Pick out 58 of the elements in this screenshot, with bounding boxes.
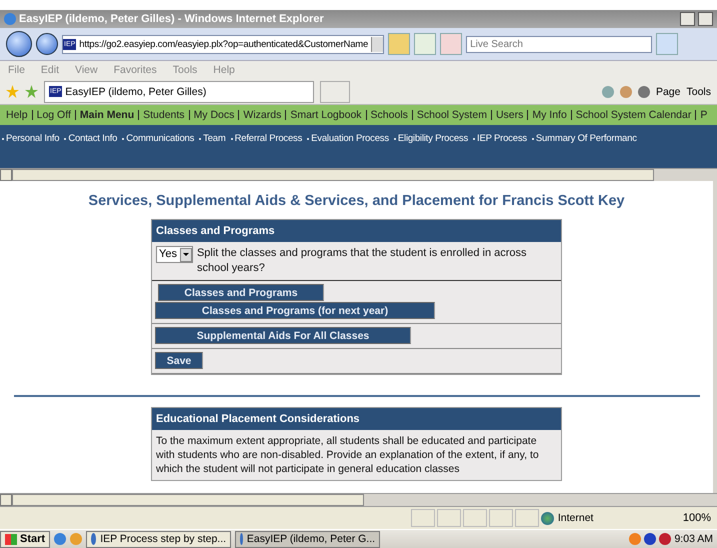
status-pane	[462, 509, 487, 527]
nav-link[interactable]: Referral Process	[230, 133, 302, 144]
nav-link[interactable]: Eligibility Process	[394, 133, 468, 144]
yes-no-select[interactable]: Yes	[156, 246, 193, 263]
search-field[interactable]: Live Search	[466, 36, 652, 52]
nav-link[interactable]: P	[695, 110, 712, 120]
nav-link[interactable]: Log Off	[32, 110, 75, 120]
status-pane	[436, 509, 461, 527]
clock-text: 9:03 AM	[674, 533, 713, 545]
panel-header: Educational Placement Considerations	[152, 408, 561, 430]
nav-link[interactable]: Users	[490, 110, 528, 120]
question-text: Split the classes and programs that the student is enrolled in across school years?	[196, 246, 528, 276]
save-button[interactable]: Save	[155, 352, 203, 369]
taskbar-window-button[interactable]: IEP Process step by step...	[86, 530, 232, 548]
window-title: EasyIEP (ildemo, Peter Gilles) - Windows Internet Explorer	[19, 13, 325, 25]
zoom-level[interactable]: 100%	[682, 512, 711, 524]
nav-link[interactable]: Contact Info	[64, 133, 118, 144]
page-heading: Services, Supplemental Aids & Services, and Placement for Francis Scott Key	[88, 193, 625, 209]
nav-link[interactable]: My Docs	[188, 110, 238, 120]
nav-link[interactable]: Students	[138, 110, 189, 120]
nav-link[interactable]: Schools	[366, 110, 412, 120]
nav-link[interactable]: Team	[199, 133, 226, 144]
section-button[interactable]: Classes and Programs	[158, 284, 324, 301]
dropdown-button[interactable]	[371, 36, 384, 52]
nav-link[interactable]: School System	[412, 110, 491, 120]
start-button[interactable]: Start	[0, 530, 50, 548]
minimize-button[interactable]	[680, 12, 695, 26]
status-pane	[410, 509, 435, 527]
nav-link[interactable]: Evaluation Process	[307, 133, 389, 144]
placement-text: To the maximum extent appropriate, all students shall be educated and participate with students who are non-disabled. Provide an explanation of the extent, if any, to which the student will not participate in general education classes	[155, 434, 540, 477]
restore-button[interactable]	[698, 12, 713, 26]
nav-link[interactable]: Main Menu	[74, 110, 138, 120]
nav-link[interactable]: My Info	[527, 110, 571, 120]
command-menu[interactable]: Tools	[686, 86, 711, 98]
status-pane	[514, 509, 539, 527]
nav-link[interactable]: Help	[2, 110, 32, 120]
nav-link[interactable]: Summary Of Performanc	[532, 133, 637, 144]
status-pane	[488, 509, 513, 527]
globe-icon	[540, 512, 554, 524]
tab-title: EasyIEP (ildemo, Peter Gilles)	[65, 86, 206, 98]
panel-header: Classes and Programs	[152, 220, 561, 242]
vertical-scrollbar[interactable]	[713, 181, 717, 493]
horizontal-scrollbar[interactable]	[0, 493, 717, 506]
nav-link[interactable]: Smart Logbook	[285, 110, 366, 120]
nav-link[interactable]: Personal Info	[2, 133, 60, 144]
section-button[interactable]: Classes and Programs (for next year)	[155, 302, 435, 319]
nav-link[interactable]: IEP Process	[473, 133, 527, 144]
section-button[interactable]: Supplemental Aids For All Classes	[155, 327, 411, 344]
windows-logo-icon	[5, 534, 17, 544]
nav-link[interactable]: Wizards	[238, 110, 286, 120]
command-menu[interactable]: Page	[656, 86, 680, 98]
new-tab-button[interactable]	[320, 80, 350, 102]
zone-text: Internet	[558, 512, 594, 524]
url-text: https://go2.easyiep.com/easyiep.plx?op=authenticated&CustomerName	[79, 38, 368, 50]
horizontal-scrollbar[interactable]	[0, 168, 717, 181]
nav-link[interactable]: School System Calendar	[570, 110, 696, 120]
nav-link[interactable]: Communications	[122, 133, 194, 144]
taskbar-window-button[interactable]: EasyIEP (ildemo, Peter G...	[235, 530, 380, 548]
